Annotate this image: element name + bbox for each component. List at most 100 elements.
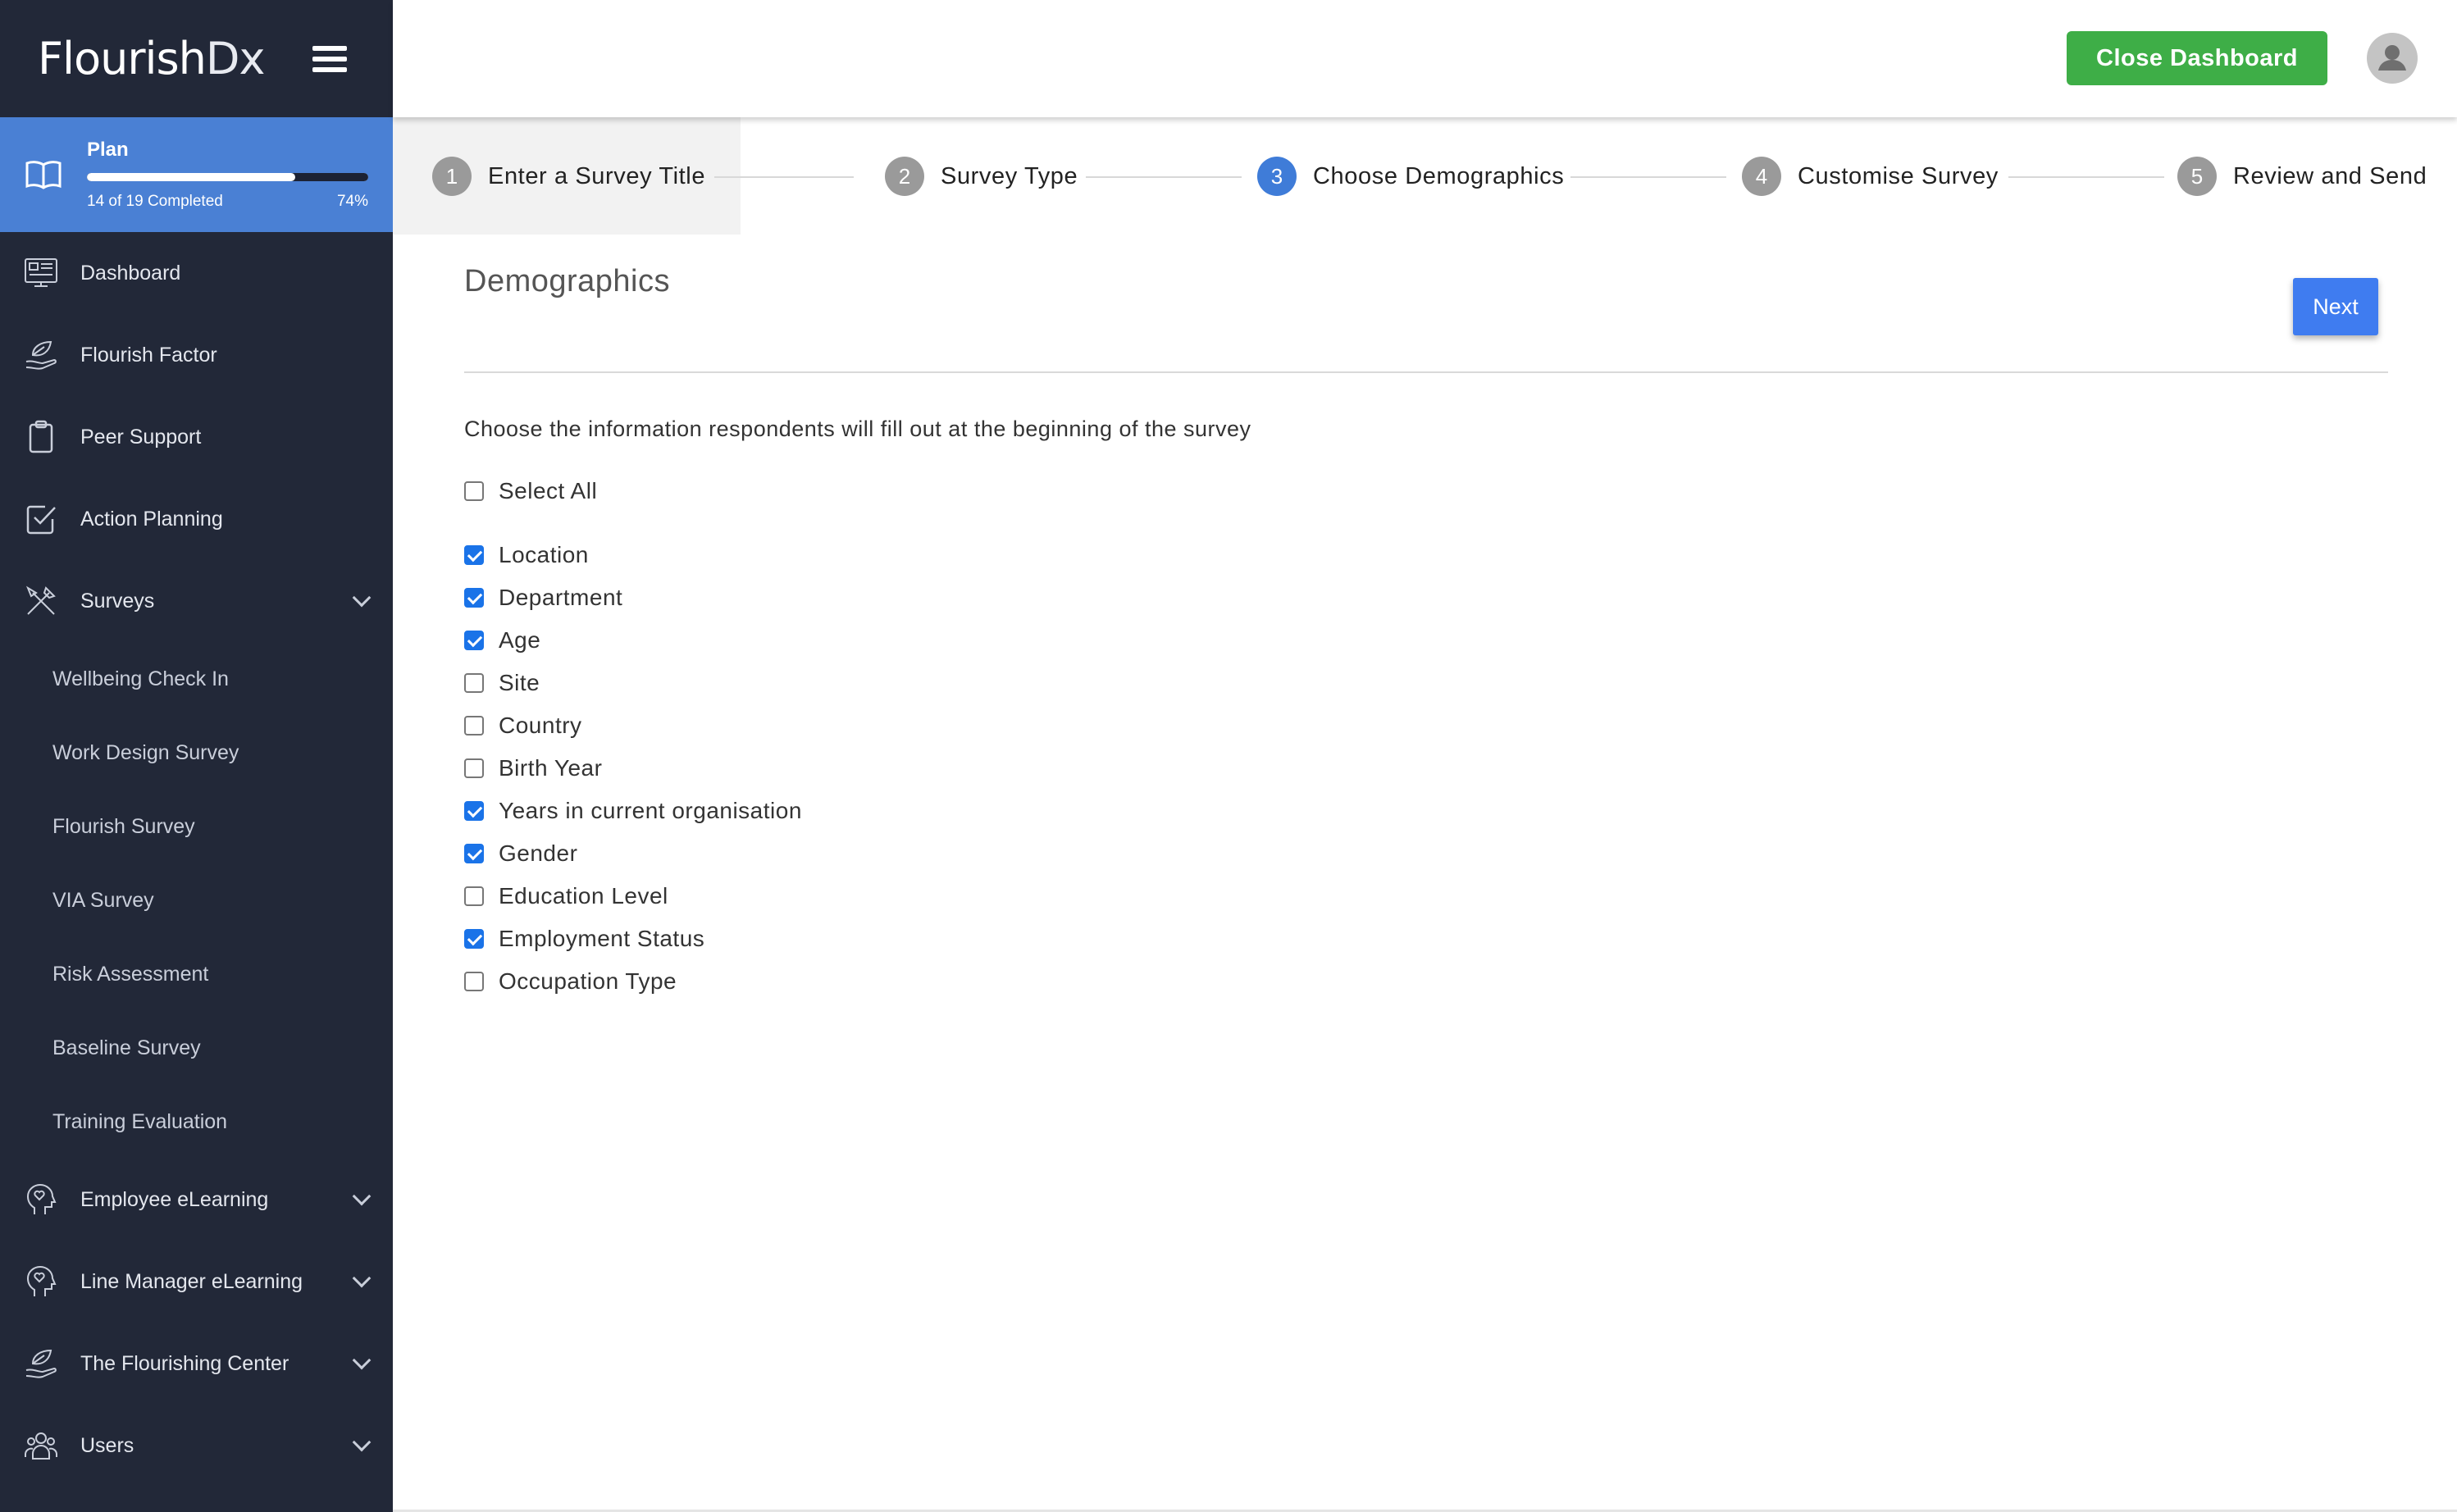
sidebar-item-dashboard[interactable]: Dashboard — [0, 232, 393, 314]
option-gender-checkbox[interactable] — [464, 844, 484, 863]
sidebar: FlourishDx Plan 14 of 19 Completed 74% D… — [0, 0, 393, 1512]
sidebar-item-surveys[interactable]: Surveys — [0, 560, 393, 642]
step-label: Survey Type — [941, 162, 1078, 189]
sidebar-item-action-planning[interactable]: Action Planning — [0, 478, 393, 560]
clipboard-icon — [23, 419, 59, 455]
plan-progress-bar — [87, 173, 368, 181]
chevron-down-icon — [352, 1432, 372, 1452]
option-birth-year-row[interactable]: Birth Year — [464, 755, 602, 781]
sidebar-item-label: Users — [80, 1433, 134, 1457]
sidebar-item-employee-elearning[interactable]: Employee eLearning — [0, 1159, 393, 1241]
step-connector — [1570, 176, 1726, 178]
sidebar-item-peer-support[interactable]: Peer Support — [0, 396, 393, 478]
option-location-row[interactable]: Location — [464, 542, 589, 568]
option-years-in-current-organisation-checkbox[interactable] — [464, 801, 484, 821]
checkbox-label: Age — [499, 627, 541, 653]
sidebar-item-line-manager-elearning[interactable]: Line Manager eLearning — [0, 1241, 393, 1323]
open-book-icon — [25, 161, 62, 189]
option-occupation-type-row[interactable]: Occupation Type — [464, 968, 677, 995]
sidebar-subitem-training-evaluation[interactable]: Training Evaluation — [0, 1085, 393, 1159]
hamburger-menu-icon[interactable] — [312, 45, 347, 72]
sidebar-item-flourish-factor[interactable]: Flourish Factor — [0, 314, 393, 396]
option-education-level-row[interactable]: Education Level — [464, 883, 668, 909]
option-years-in-current-organisation-row[interactable]: Years in current organisation — [464, 798, 802, 824]
step-label: Review and Send — [2233, 162, 2427, 189]
step-choose-demographics[interactable]: 3 Choose Demographics — [1257, 157, 1564, 196]
checkbox-label: Select All — [499, 478, 598, 503]
sidebar-subitem-wellbeing-check-in[interactable]: Wellbeing Check In — [0, 642, 393, 716]
step-number: 5 — [2177, 157, 2217, 196]
option-gender-row[interactable]: Gender — [464, 840, 577, 867]
checkbox-label: Years in current organisation — [499, 798, 802, 823]
option-country-row[interactable]: Country — [464, 713, 582, 739]
option-department-row[interactable]: Department — [464, 585, 622, 611]
step-review-and-send[interactable]: 5 Review and Send — [2177, 157, 2427, 196]
option-location-checkbox[interactable] — [464, 545, 484, 565]
sidebar-item-label: The Flourishing Center — [80, 1351, 289, 1375]
flourishdx-logo[interactable]: FlourishDx — [38, 33, 266, 84]
sidebar-item-label: Peer Support — [80, 425, 202, 449]
chevron-down-icon — [352, 588, 372, 608]
step-number: 3 — [1257, 157, 1297, 196]
survey-stepper: 1 Enter a Survey Title 2 Survey Type 3 C… — [393, 117, 2457, 235]
sidebar-subitem-flourish-survey[interactable]: Flourish Survey — [0, 790, 393, 863]
checkbox-icon — [23, 501, 59, 537]
step-survey-type[interactable]: 2 Survey Type — [885, 157, 1078, 196]
checkbox-label: Education Level — [499, 883, 668, 909]
sidebar-item-flourishing-center[interactable]: The Flourishing Center — [0, 1323, 393, 1405]
option-country-checkbox[interactable] — [464, 716, 484, 736]
user-icon — [2378, 45, 2406, 71]
checkbox-label: Site — [499, 670, 540, 695]
logo-light: Dx — [205, 33, 266, 84]
sidebar-item-label: Action Planning — [80, 507, 223, 531]
sidebar-item-users[interactable]: Users — [0, 1405, 393, 1487]
option-education-level-checkbox[interactable] — [464, 886, 484, 906]
option-employment-status-row[interactable]: Employment Status — [464, 926, 704, 952]
close-dashboard-button[interactable]: Close Dashboard — [2067, 31, 2327, 85]
plan-progress-fill — [87, 173, 295, 181]
sidebar-item-label: Employee eLearning — [80, 1187, 269, 1211]
plan-title: Plan — [87, 139, 129, 161]
sidebar-nav: Dashboard Flourish Factor Peer Support A… — [0, 232, 393, 1487]
option-employment-status-checkbox[interactable] — [464, 929, 484, 949]
sidebar-subitem-risk-assessment[interactable]: Risk Assessment — [0, 937, 393, 1011]
next-button[interactable]: Next — [2293, 278, 2378, 335]
option-age-row[interactable]: Age — [464, 627, 540, 654]
sidebar-subitem-baseline-survey[interactable]: Baseline Survey — [0, 1011, 393, 1085]
step-customise-survey[interactable]: 4 Customise Survey — [1742, 157, 1999, 196]
sidebar-item-label: Flourish Factor — [80, 343, 217, 367]
users-icon — [23, 1428, 59, 1464]
head-heart-icon — [23, 1182, 59, 1218]
instructions-text: Choose the information respondents will … — [464, 417, 1251, 441]
plan-progress-card[interactable]: Plan 14 of 19 Completed 74% — [0, 117, 393, 232]
step-enter-survey-title[interactable]: 1 Enter a Survey Title — [432, 157, 705, 196]
chevron-down-icon — [352, 1268, 372, 1288]
head-heart-icon — [23, 1264, 59, 1300]
plan-completed-text: 14 of 19 Completed — [87, 193, 223, 210]
chevron-down-icon — [352, 1350, 372, 1370]
step-label: Enter a Survey Title — [488, 162, 706, 189]
step-connector — [714, 176, 854, 178]
select-all-checkbox-row[interactable]: Select All — [464, 478, 597, 504]
step-connector — [1086, 176, 1242, 178]
option-department-checkbox[interactable] — [464, 588, 484, 608]
leaf-hand-icon — [23, 337, 59, 373]
tools-icon — [23, 583, 59, 619]
plan-percent-text: 74% — [336, 193, 368, 210]
option-occupation-type-checkbox[interactable] — [464, 972, 484, 991]
checkbox-label: Birth Year — [499, 755, 603, 781]
option-birth-year-checkbox[interactable] — [464, 758, 484, 778]
option-site-row[interactable]: Site — [464, 670, 540, 696]
step-number: 2 — [885, 157, 924, 196]
step-number: 1 — [432, 157, 472, 196]
sidebar-subitem-work-design-survey[interactable]: Work Design Survey — [0, 716, 393, 790]
option-age-checkbox[interactable] — [464, 631, 484, 650]
avatar[interactable] — [2367, 33, 2418, 84]
sidebar-subitem-via-survey[interactable]: VIA Survey — [0, 863, 393, 937]
dashboard-icon — [23, 255, 59, 291]
select-all-checkbox[interactable] — [464, 481, 484, 501]
option-site-checkbox[interactable] — [464, 673, 484, 693]
sidebar-item-label: Line Manager eLearning — [80, 1269, 303, 1293]
checkbox-label: Employment Status — [499, 926, 705, 951]
sidebar-item-label: Surveys — [80, 589, 155, 613]
